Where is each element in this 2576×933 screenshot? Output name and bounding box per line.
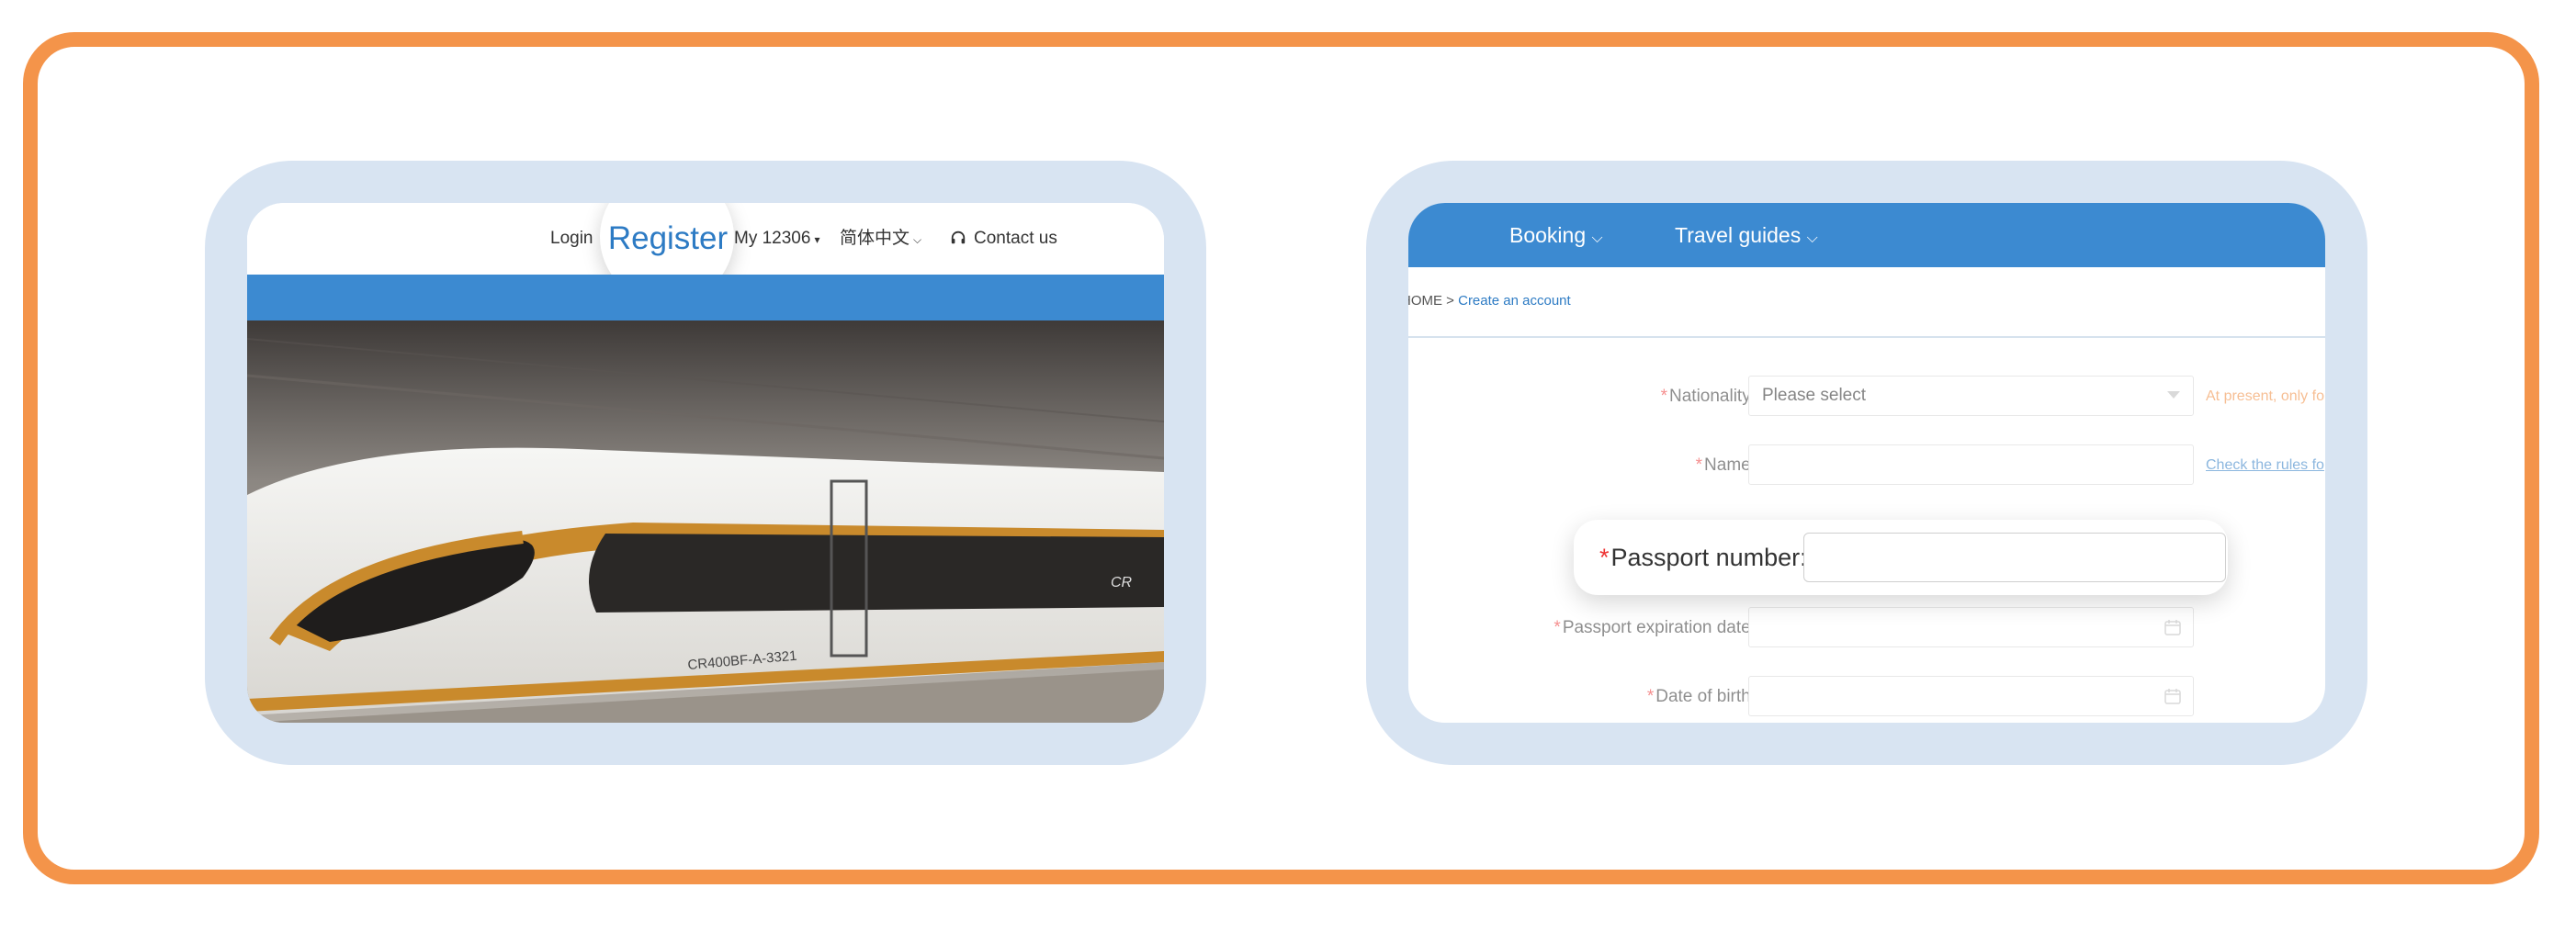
caret-down-icon: ▾: [814, 233, 820, 246]
train-illustration: CR400BF-A-3321 CR: [247, 320, 1164, 723]
contact-link[interactable]: Contact us: [950, 203, 1057, 275]
nationality-label: *Nationality:: [1661, 376, 1756, 418]
menu-booking[interactable]: Booking ⌵: [1509, 203, 1603, 267]
name-label-text: Name: [1704, 455, 1751, 475]
name-label: *Name:: [1696, 444, 1756, 487]
my-account-label: My 12306: [734, 229, 811, 248]
passport-number-highlight: *Passport number:: [1574, 520, 2228, 595]
date-of-birth-input[interactable]: [1748, 676, 2194, 716]
name-row: *Name: Check the rules fo: [1408, 444, 2325, 487]
login-link[interactable]: Login: [550, 203, 593, 275]
language-menu[interactable]: 简体中文 ⌵: [840, 203, 921, 275]
select-caret-icon: [2167, 391, 2180, 399]
menu-travel-guides[interactable]: Travel guides ⌵: [1675, 203, 1818, 267]
main-menu-bar: Booking ⌵ Travel guides ⌵: [1408, 203, 2325, 267]
required-mark: *: [1660, 387, 1667, 406]
required-mark: *: [1695, 455, 1703, 475]
nationality-value: Please select: [1762, 386, 1867, 405]
chevron-down-icon: ⌵: [1591, 230, 1603, 246]
chevron-down-icon: ⌵: [1806, 230, 1818, 246]
cr-logo-text: CR: [1111, 575, 1133, 590]
hero-train-image: CR400BF-A-3321 CR: [247, 320, 1164, 723]
language-label: 简体中文: [840, 229, 910, 248]
passport-expiration-label-text: Passport expiration date: [1562, 618, 1751, 637]
passport-number-label: *Passport number:: [1599, 520, 1807, 595]
passport-number-input[interactable]: [1803, 533, 2226, 582]
right-card: Booking ⌵ Travel guides ⌵ HOME > Create …: [1366, 161, 2367, 765]
passport-expiration-input[interactable]: [1748, 607, 2194, 647]
contact-label: Contact us: [974, 229, 1057, 248]
registration-form-screenshot: Booking ⌵ Travel guides ⌵ HOME > Create …: [1408, 203, 2325, 723]
required-mark: *: [1599, 544, 1610, 571]
passport-expiration-row: *Passport expiration date:: [1408, 607, 2325, 649]
top-nav: Login My 12306 ▾ 简体中文 ⌵ Contact us Registe…: [247, 203, 1164, 304]
required-mark: *: [1646, 687, 1655, 706]
homepage-screenshot: Login My 12306 ▾ 简体中文 ⌵ Contact us Registe…: [247, 203, 1164, 723]
menu-booking-label: Booking: [1509, 223, 1587, 247]
date-of-birth-label: *Date of birth:: [1647, 676, 1756, 718]
nationality-hint: At present, only fo: [2206, 388, 2324, 404]
menu-travel-guides-label: Travel guides: [1675, 223, 1802, 247]
nationality-select[interactable]: Please select: [1748, 376, 2194, 416]
calendar-icon[interactable]: [2164, 618, 2182, 636]
chevron-down-icon: ⌵: [913, 233, 922, 246]
date-of-birth-label-text: Date of birth: [1655, 687, 1751, 706]
breadcrumb-home[interactable]: HOME >: [1408, 293, 1454, 309]
date-of-birth-row: *Date of birth:: [1408, 676, 2325, 718]
nav-blue-strip: [247, 275, 1164, 320]
nationality-row: *Nationality: Please select At present, …: [1408, 376, 2325, 418]
calendar-icon[interactable]: [2164, 687, 2182, 705]
my-account-menu[interactable]: My 12306 ▾: [734, 203, 819, 275]
register-link[interactable]: Register: [605, 216, 730, 262]
breadcrumb: HOME > Create an account: [1408, 293, 1571, 309]
headset-icon: [951, 230, 966, 244]
name-rules-link[interactable]: Check the rules fo: [2206, 444, 2324, 487]
passport-number-label-text: Passport number: [1610, 544, 1801, 571]
passport-expiration-label: *Passport expiration date:: [1554, 607, 1756, 649]
name-input[interactable]: [1748, 444, 2194, 485]
breadcrumb-current: Create an account: [1458, 293, 1571, 309]
nationality-label-text: Nationality: [1669, 387, 1751, 406]
left-card: Login My 12306 ▾ 简体中文 ⌵ Contact us Registe…: [205, 161, 1206, 765]
required-mark: *: [1554, 618, 1561, 637]
breadcrumb-divider: [1408, 336, 2325, 338]
